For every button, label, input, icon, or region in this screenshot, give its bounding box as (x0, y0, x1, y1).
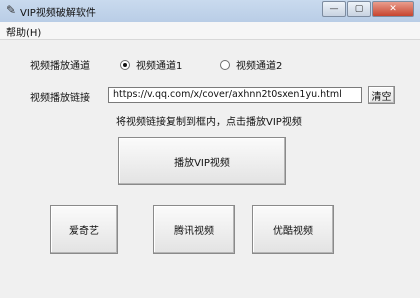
minimize-button[interactable]: — (322, 1, 346, 17)
play-vip-button[interactable]: 播放VIP视频 (118, 137, 286, 185)
channel-label: 视频播放通道 (30, 61, 90, 72)
hint-text: 将视频链接复制到框内，点击播放VIP视频 (116, 117, 302, 128)
title-bar: ✎ VIP视频破解软件 — ▢ ✕ (0, 0, 420, 23)
window-controls: — ▢ ✕ (321, 1, 414, 17)
iqiyi-button[interactable]: 爱奇艺 (50, 205, 118, 254)
radio-channel-1-label: 视频通道1 (136, 61, 183, 72)
radio-button-unchecked[interactable] (220, 59, 230, 70)
tencent-video-button[interactable]: 腾讯视频 (153, 205, 235, 254)
radio-channel-2-label: 视频通道2 (236, 61, 283, 72)
radio-channel-1[interactable]: 视频通道1 (120, 57, 182, 72)
radio-button-checked[interactable] (120, 59, 130, 70)
youku-button[interactable]: 优酷视频 (252, 205, 334, 254)
menu-help[interactable]: 帮助(H) (6, 24, 41, 39)
menu-bar: 帮助(H) (0, 22, 420, 40)
close-button[interactable]: ✕ (372, 1, 414, 17)
window-title: VIP视频破解软件 (20, 8, 96, 19)
maximize-button[interactable]: ▢ (347, 1, 371, 17)
radio-channel-2[interactable]: 视频通道2 (220, 57, 282, 72)
feather-icon: ✎ (6, 3, 17, 17)
link-label: 视频播放链接 (30, 93, 90, 104)
url-input[interactable]: https://v.qq.com/x/cover/axhnn2t0sxen1yu… (108, 87, 362, 103)
clear-button[interactable]: 清空 (368, 86, 395, 104)
